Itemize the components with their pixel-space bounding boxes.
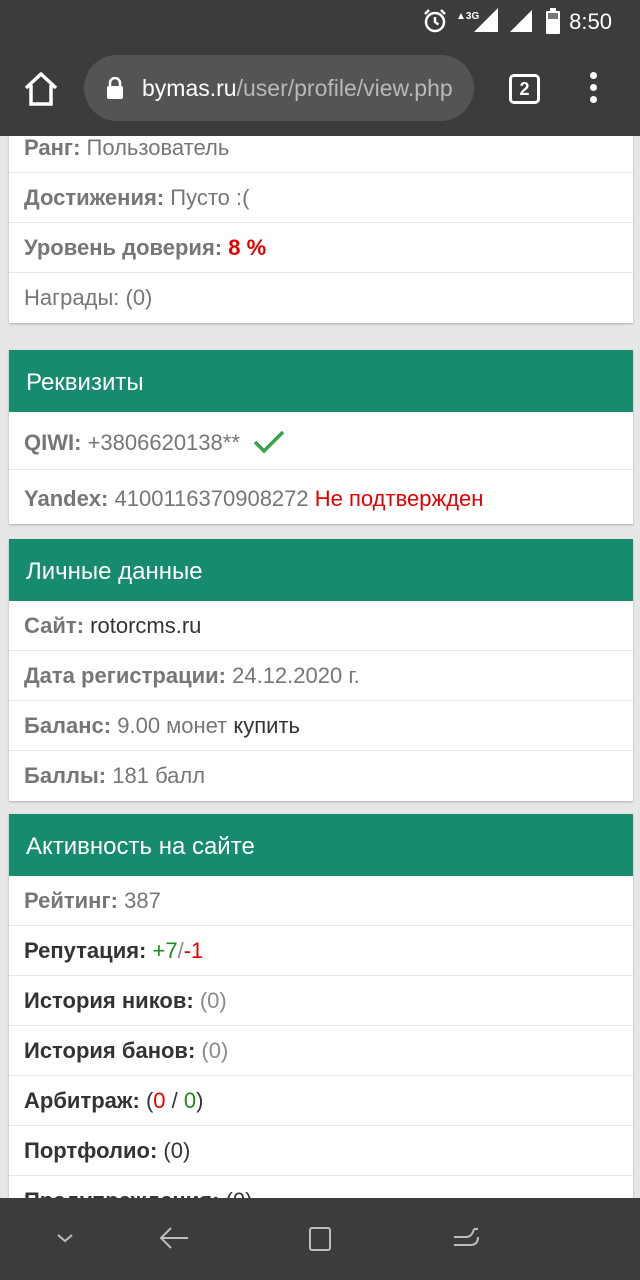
verified-check-icon — [253, 430, 285, 454]
warnings-label: Предупреждения: — [24, 1188, 219, 1198]
recent-apps-icon[interactable] — [308, 1226, 332, 1252]
personal-data-card: Личные данные Сайт: rotorcms.ru Дата рег… — [9, 539, 633, 801]
site-label: Сайт: — [24, 613, 85, 638]
yandex-value: 410011637090827 — [114, 486, 297, 511]
nick-history-value: (0) — [199, 988, 227, 1013]
yandex-row: Yandex: 4100116370908272 Не подтвержден — [9, 470, 633, 524]
points-row: Баллы: 181 балл — [9, 751, 633, 801]
qiwi-value: +3806620138** — [87, 430, 240, 455]
yandex-status: Не подтвержден — [314, 486, 484, 511]
portfolio-label: Портфолио: — [24, 1138, 158, 1163]
arbitration-label: Арбитраж: — [24, 1088, 140, 1113]
registration-value: 24.12.2020 г. — [232, 663, 360, 688]
rating-row: Рейтинг: 387 — [9, 876, 633, 926]
buy-coins-link[interactable]: купить — [233, 713, 300, 738]
profile-general-card: Ранг: Пользователь Достижения: Пусто :( … — [9, 136, 633, 323]
arbitration-won: 0 — [183, 1088, 197, 1113]
registration-label: Дата регистрации: — [24, 663, 226, 688]
balance-label: Баланс: — [24, 713, 112, 738]
qiwi-row: QIWI: +3806620138** — [9, 412, 633, 470]
nick-history-label: История ников: — [24, 988, 194, 1013]
switch-app-icon[interactable] — [452, 1225, 480, 1251]
status-time: 8:50 — [569, 9, 612, 34]
ban-history-value: (0) — [201, 1038, 229, 1063]
awards-text: Награды: (0) — [24, 285, 153, 310]
trust-label: Уровень доверия: — [24, 235, 223, 260]
page-content: Ранг: Пользователь Достижения: Пусто :( … — [0, 136, 640, 1198]
back-arrow-icon[interactable] — [158, 1224, 190, 1252]
hide-keyboard-chevron-icon[interactable] — [54, 1231, 76, 1245]
lock-icon — [107, 77, 123, 99]
reputation-row[interactable]: Репутация: +7/-1 — [9, 926, 633, 976]
reputation-minus: -1 — [183, 938, 204, 963]
personal-data-header: Личные данные — [9, 539, 633, 601]
site-link[interactable]: rotorcms.ru — [90, 613, 201, 638]
signal-icon — [510, 10, 532, 32]
rank-value: Пользователь — [86, 136, 230, 160]
balance-row: Баланс: 9.00 монет купить — [9, 701, 633, 751]
browser-toolbar: bymas.ru/user/profile/view.php 2 — [0, 42, 640, 136]
ban-history-row[interactable]: История банов: (0) — [9, 1026, 633, 1076]
balance-value: 9.00 монет — [117, 713, 228, 738]
tab-switcher-button[interactable]: 2 — [509, 74, 540, 104]
awards-row[interactable]: Награды: (0) — [9, 273, 633, 323]
arbitration-close-paren: ) — [196, 1088, 204, 1113]
reputation-plus: +7 — [152, 938, 178, 963]
svg-text:▲3G: ▲3G — [456, 11, 479, 22]
arbitration-lost: 0 — [153, 1088, 166, 1113]
achievements-value: Пусто :( — [170, 185, 250, 210]
points-value: 181 балл — [112, 763, 206, 788]
portfolio-row[interactable]: Портфолио: (0) — [9, 1126, 633, 1176]
arbitration-row[interactable]: Арбитраж: (0 / 0) — [9, 1076, 633, 1126]
signal-3g-icon: ▲3G — [456, 8, 498, 32]
warnings-row[interactable]: Предупреждения: (0) — [9, 1176, 633, 1198]
rating-value: 387 — [124, 888, 161, 913]
activity-card: Активность на сайте Рейтинг: 387 Репутац… — [9, 814, 633, 1198]
warnings-value: (0) — [226, 1188, 253, 1198]
yandex-value-last-digit: 2 — [296, 486, 309, 511]
trust-row: Уровень доверия: 8 % — [9, 223, 633, 273]
achievements-label: Достижения: — [24, 185, 165, 210]
achievements-row[interactable]: Достижения: Пусто :( — [9, 173, 633, 223]
registration-row: Дата регистрации: 24.12.2020 г. — [9, 651, 633, 701]
rank-row: Ранг: Пользователь — [9, 136, 633, 173]
site-row: Сайт: rotorcms.ru — [9, 601, 633, 651]
alarm-icon — [424, 9, 446, 33]
address-bar[interactable]: bymas.ru/user/profile/view.php — [84, 55, 474, 121]
battery-icon — [546, 8, 560, 34]
requisites-card: Реквизиты QIWI: +3806620138** Yandex: 41… — [9, 350, 633, 524]
ban-history-label: История банов: — [24, 1038, 196, 1063]
url-domain: bymas.ru — [142, 75, 237, 101]
status-bar: ▲3G 8:50 — [0, 0, 640, 42]
rank-label: Ранг: — [24, 136, 81, 160]
yandex-label: Yandex: — [24, 486, 109, 511]
requisites-header: Реквизиты — [9, 350, 633, 412]
url-text: bymas.ru/user/profile/view.php — [142, 75, 453, 102]
arbitration-separator: / — [165, 1088, 184, 1113]
qiwi-label: QIWI: — [24, 430, 82, 455]
portfolio-value: (0) — [163, 1138, 191, 1163]
points-label: Баллы: — [24, 763, 107, 788]
home-icon[interactable] — [22, 70, 60, 108]
trust-value: 8 % — [228, 235, 267, 260]
nick-history-row[interactable]: История ников: (0) — [9, 976, 633, 1026]
reputation-label: Репутация: — [24, 938, 147, 963]
overflow-menu-icon[interactable] — [588, 72, 598, 108]
activity-header: Активность на сайте — [9, 814, 633, 876]
url-path: /user/profile/view.php — [236, 75, 453, 101]
system-navigation-bar — [0, 1198, 640, 1280]
rating-label: Рейтинг: — [24, 888, 118, 913]
